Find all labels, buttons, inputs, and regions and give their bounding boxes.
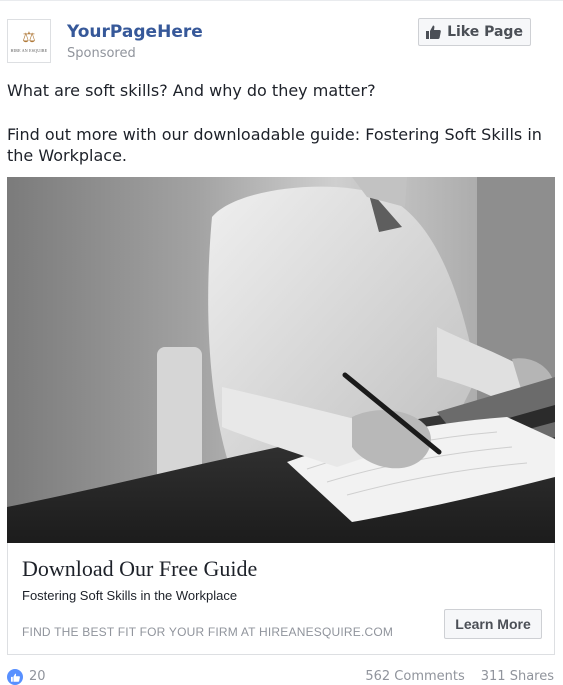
thumbs-up-icon: [426, 25, 441, 39]
avatar-logo-text: HIRE AN ESQUIRE: [10, 47, 48, 53]
page-name-link[interactable]: YourPageHere: [67, 22, 203, 43]
post-text-description: Find out more with our downloadable guid…: [7, 125, 542, 165]
card-subtitle: Fostering Soft Skills in the Workplace: [22, 588, 238, 603]
shares-count-link[interactable]: 311 Shares: [481, 669, 554, 685]
card-title[interactable]: Download Our Free Guide: [22, 556, 257, 582]
learn-more-button[interactable]: Learn More: [444, 609, 542, 639]
post-text-question: What are soft skills? And why do they ma…: [7, 81, 376, 100]
reaction-summary[interactable]: 20: [7, 669, 46, 685]
post-image[interactable]: [7, 177, 555, 543]
link-preview-card[interactable]: Download Our Free Guide Fostering Soft S…: [7, 543, 555, 655]
card-domain: FIND THE BEST FIT FOR YOUR FIRM AT HIREA…: [22, 625, 394, 639]
page-avatar[interactable]: ⚖ HIRE AN ESQUIRE: [7, 19, 51, 63]
engagement-counts: 562 Comments 311 Shares: [365, 669, 554, 685]
reaction-count: 20: [29, 669, 46, 684]
like-page-button[interactable]: Like Page: [418, 18, 531, 46]
man-writing-photo: [7, 177, 555, 543]
sponsored-label[interactable]: Sponsored: [67, 45, 136, 62]
sponsored-post: ⚖ HIRE AN ESQUIRE YourPageHere Sponsored…: [0, 0, 563, 685]
top-divider: [0, 0, 563, 1]
like-page-label: Like Page: [447, 24, 523, 40]
comments-count-link[interactable]: 562 Comments: [365, 669, 464, 685]
scales-logo-icon: ⚖: [22, 27, 36, 46]
like-reaction-icon: [7, 669, 23, 685]
